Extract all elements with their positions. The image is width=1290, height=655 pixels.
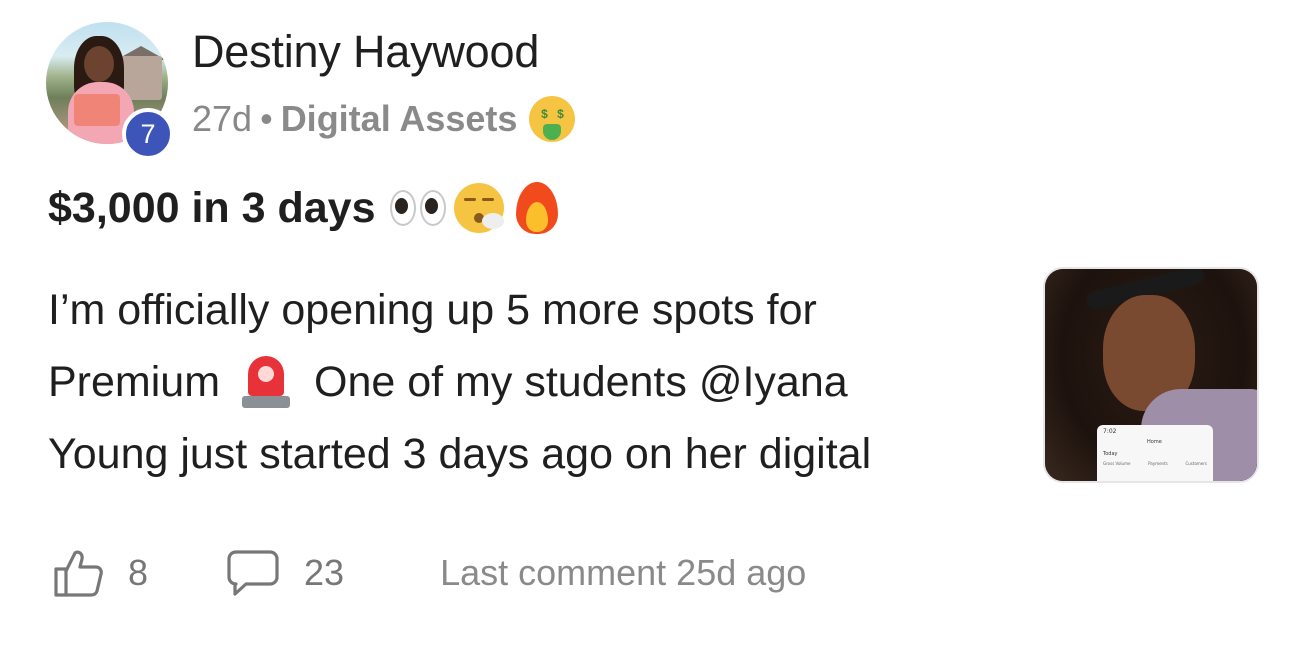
thumbs-up-icon[interactable] [52,547,104,599]
police-light-icon [242,352,291,412]
thumbnail-phone-screen: 7:02 Home Today Gross Volume Payments Cu… [1097,425,1213,481]
brow-left [463,198,476,201]
phone-columns: Gross Volume Payments Customers [1103,461,1207,466]
money-tongue [543,124,562,140]
money-eye-left: $ [541,107,548,121]
pupil-left [394,198,408,214]
post-age: 27d [192,98,253,139]
body-line-2-end: One of my students @Iyana [314,358,848,406]
exhale-puff [481,213,504,229]
phone-column-customers: Customers [1185,461,1207,466]
brow-right [481,198,494,201]
eyes-icon [389,188,448,228]
body-line-2-start: Premium [48,358,221,406]
money-eye-right: $ [557,107,564,121]
post-title-text: $3,000 in 3 days [48,183,376,232]
avatar-person-face [84,46,114,82]
phone-column-gross: Gross Volume [1103,461,1131,466]
body-line-2: Premium One of my students @Iyana [48,346,1008,418]
meta-separator: • [260,98,273,139]
title-emojis [389,180,560,236]
fire-inner [525,202,548,232]
avatar-laptop [74,94,120,126]
phone-column-payments: Payments [1148,461,1168,466]
category-label[interactable]: Digital Assets [281,98,518,140]
comment-bubble-icon[interactable] [226,548,280,598]
author-avatar-group[interactable]: 7 [46,22,174,160]
pupil-right [424,198,438,214]
money-mouth-face-icon: $ $ [529,96,576,142]
author-name[interactable]: Destiny Haywood [192,26,539,78]
fire-icon [514,180,560,236]
post-meta: 27d • Digital Assets $ $ [192,96,576,142]
like-count: 8 [128,552,149,593]
phone-time: 7:02 [1103,428,1117,435]
body-line-3: Young just started 3 days ago on her dig… [48,430,872,478]
post-actions: 8 23 Last comment 25d ago [52,548,806,598]
last-comment-time: Last comment 25d ago [440,552,807,593]
level-badge: 7 [122,108,174,160]
phone-today: Today [1103,451,1118,457]
siren-base [242,396,291,408]
comment-count: 23 [304,552,345,593]
post-body[interactable]: I’m officially opening up 5 more spots f… [48,274,1008,490]
siren-glow [258,366,275,382]
post-thumbnail[interactable]: 7:02 Home Today Gross Volume Payments Cu… [1043,267,1259,483]
post-title[interactable]: $3,000 in 3 days [48,180,560,236]
body-line-1: I’m officially opening up 5 more spots f… [48,286,817,334]
exhaling-face-icon [453,183,504,233]
phone-home: Home [1147,439,1162,445]
